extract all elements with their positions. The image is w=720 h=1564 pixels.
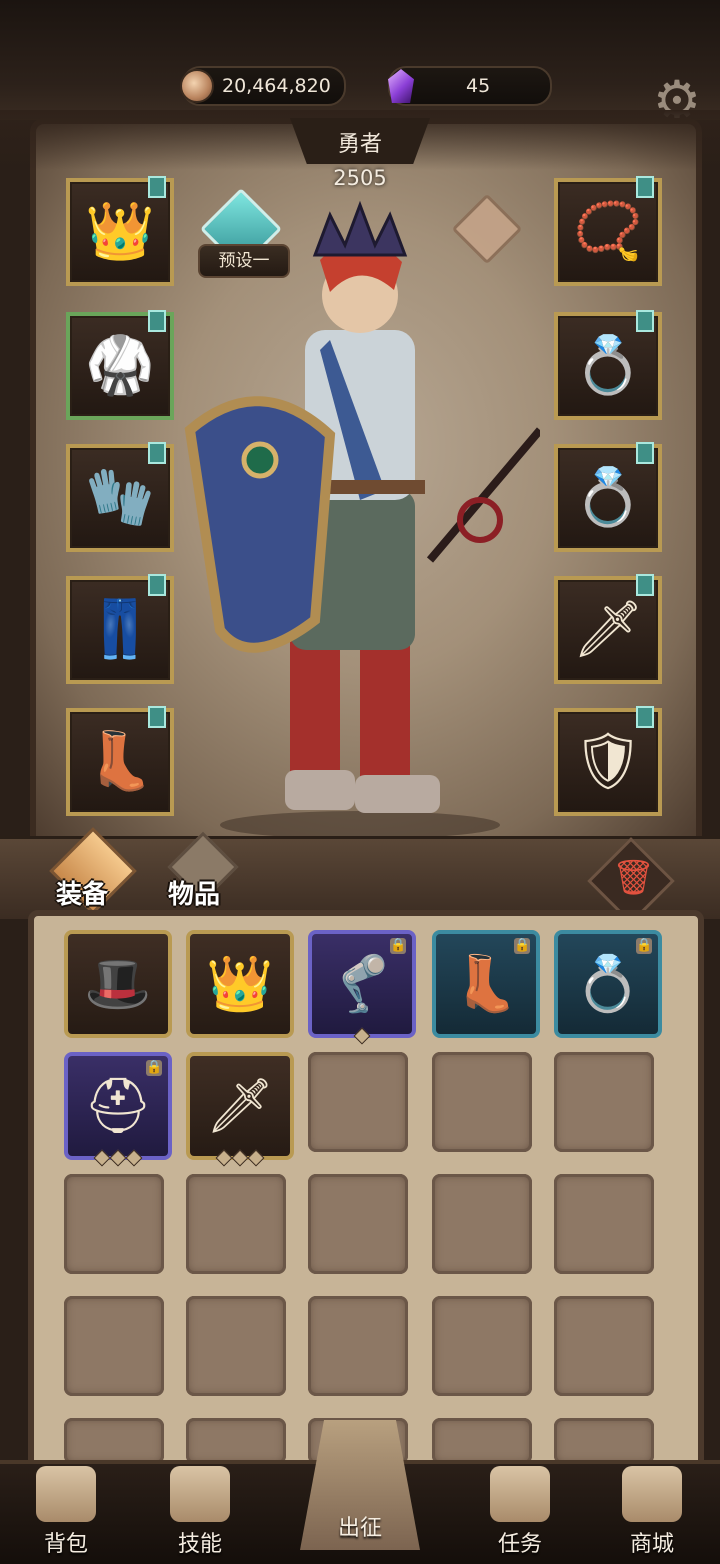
slot-badge-icon	[148, 442, 166, 464]
inventory-empty-slot[interactable]	[64, 1296, 164, 1396]
inventory-empty-slot[interactable]	[432, 1296, 532, 1396]
slot-badge-icon	[636, 574, 654, 596]
top-bar	[0, 0, 720, 120]
pip-icon	[353, 1027, 371, 1045]
skills-book-icon	[170, 1466, 230, 1522]
nav-shop-label: 商城	[629, 1532, 674, 1557]
gold-counter[interactable]: 20,464,820	[180, 66, 346, 106]
helmet-icon: ⛑	[83, 1074, 153, 1137]
hero-power: 2505	[333, 166, 387, 190]
inventory-empty-slot[interactable]	[186, 1296, 286, 1396]
slot-badge-icon	[148, 310, 166, 332]
gold-value: 20,464,820	[222, 75, 331, 97]
crown-icon: 👑	[85, 199, 155, 264]
equip-slot-boots[interactable]: 👢	[66, 706, 174, 816]
pip-icon	[231, 1149, 249, 1167]
ring-icon: 💍	[573, 333, 643, 398]
gloves-icon: 🧤	[85, 465, 155, 530]
equip-slot-crown[interactable]: 👑	[66, 176, 174, 286]
slot-badge-icon	[636, 442, 654, 464]
inventory-empty-slot[interactable]	[554, 1174, 654, 1274]
inventory-empty-slot[interactable]	[186, 1174, 286, 1274]
hero-name: 勇者	[337, 132, 382, 157]
pants-icon: 👖	[85, 597, 155, 662]
inventory-empty-slot[interactable]	[432, 1418, 532, 1464]
nav-skills[interactable]: 技能	[140, 1466, 260, 1558]
equip-slot-ring-2[interactable]: 💍	[554, 442, 662, 552]
slot-badge-icon	[148, 574, 166, 596]
star-ring-icon: 💍	[574, 952, 642, 1015]
pip-icon	[215, 1149, 233, 1167]
gold-coin-icon	[180, 69, 214, 103]
gem-counter[interactable]: 45	[388, 66, 552, 106]
tab-items[interactable]: 物品	[168, 874, 220, 911]
dark-blade-icon: 🗡	[205, 1074, 275, 1137]
leg-guard-icon: 🦿	[328, 952, 396, 1015]
pip-icon	[247, 1149, 265, 1167]
equip-slot-gloves[interactable]: 🧤	[66, 442, 174, 552]
inventory-empty-slot[interactable]	[308, 1296, 408, 1396]
equip-slot-weapon[interactable]: 🗡	[554, 574, 662, 684]
boots-icon: 👢	[452, 952, 520, 1015]
inventory-item-spiked-helm[interactable]: 👑	[186, 930, 294, 1038]
slot-badge-icon	[636, 706, 654, 728]
equip-slot-pants[interactable]: 👖	[66, 574, 174, 684]
slot-badge-icon	[148, 706, 166, 728]
inventory-empty-slot[interactable]	[432, 1052, 532, 1152]
slot-badge-icon	[636, 310, 654, 332]
ring-icon: 💍	[573, 465, 643, 530]
inventory-empty-slot[interactable]	[64, 1418, 164, 1464]
pip-icon	[109, 1149, 127, 1167]
inventory-empty-slot[interactable]	[554, 1418, 654, 1464]
pip-icon	[93, 1149, 111, 1167]
inventory-item-boots[interactable]: 🔒 👢	[432, 930, 540, 1038]
quests-scroll-icon	[490, 1466, 550, 1522]
spiked-helm-icon: 👑	[206, 952, 274, 1015]
hero-character-image	[184, 200, 540, 839]
nav-expedition[interactable]: 出征	[300, 1506, 420, 1558]
equip-slot-necklace[interactable]: 📿	[554, 176, 662, 286]
inventory-empty-slot[interactable]	[308, 1174, 408, 1274]
inventory-empty-slot[interactable]	[308, 1052, 408, 1152]
armor-icon: 🥋	[85, 333, 155, 398]
slot-badge-icon	[148, 176, 166, 198]
inventory-empty-slot[interactable]	[186, 1418, 286, 1464]
shop-icon	[622, 1466, 682, 1522]
gem-value: 45	[466, 75, 491, 97]
inventory-empty-slot[interactable]	[64, 1174, 164, 1274]
trash-icon: 🗑	[612, 858, 656, 898]
tab-equipment[interactable]: 装备	[56, 874, 108, 911]
inventory-item-star-ring[interactable]: 🔒 💍	[554, 930, 662, 1038]
inventory-empty-slot[interactable]	[554, 1296, 654, 1396]
nav-expedition-label: 出征	[337, 1516, 382, 1541]
inventory-empty-slot[interactable]	[554, 1052, 654, 1152]
equip-slot-armor[interactable]: 🥋	[66, 310, 174, 420]
nav-quests[interactable]: 任务	[460, 1466, 580, 1558]
pip-icon	[125, 1149, 143, 1167]
nav-quests-label: 任务	[497, 1532, 542, 1557]
equip-slot-ring-1[interactable]: 💍	[554, 310, 662, 420]
shield-icon: 🛡	[572, 729, 644, 794]
nav-skills-label: 技能	[177, 1532, 222, 1557]
inventory-item-dark-blade[interactable]: 🗡	[186, 1052, 294, 1167]
slot-badge-icon	[636, 176, 654, 198]
boots-icon: 👢	[85, 729, 155, 794]
sword-icon: 🗡	[572, 597, 644, 662]
bag-icon	[36, 1466, 96, 1522]
inventory-item-leg-guard[interactable]: 🔒 🦿	[308, 930, 416, 1045]
hat-icon: 🎩	[84, 952, 152, 1015]
inventory-item-helmet[interactable]: 🔒 ⛑	[64, 1052, 172, 1167]
nav-bag-label: 背包	[43, 1532, 88, 1557]
equip-slot-shield[interactable]: 🛡	[554, 706, 662, 816]
inventory-item-hat[interactable]: 🎩	[64, 930, 172, 1038]
gem-icon	[388, 69, 414, 103]
nav-bag[interactable]: 背包	[6, 1466, 126, 1558]
nav-shop[interactable]: 商城	[592, 1466, 712, 1558]
necklace-icon: 📿	[573, 199, 643, 264]
inventory-empty-slot[interactable]	[432, 1174, 532, 1274]
